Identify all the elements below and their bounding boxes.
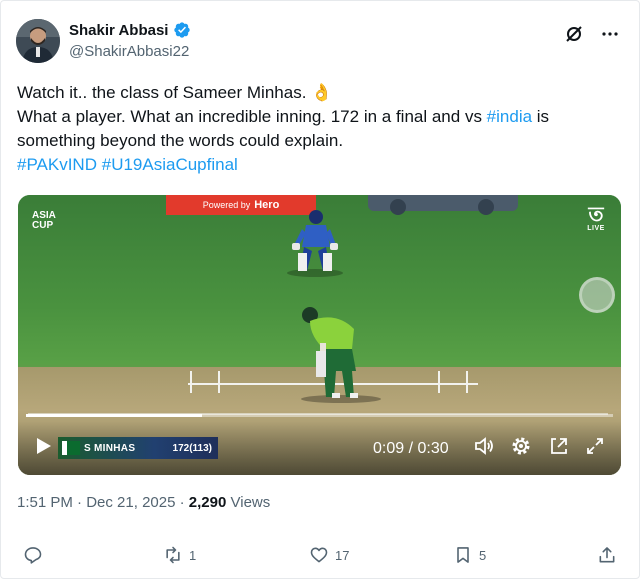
meta-separator: ·	[179, 494, 189, 511]
tweet-meta: 1:51 PM · Dec 21, 2025 · 2,290 Views	[17, 494, 270, 511]
share-icon	[599, 547, 615, 563]
tweet-line-2-start: What a player. What an incredible inning…	[17, 107, 487, 126]
hashtag-u19asiacupfinal-link[interactable]: #U19AsiaCupfinal	[102, 155, 238, 174]
repost-count: 1	[189, 547, 197, 563]
sponsor-prefix: Powered by	[202, 200, 251, 210]
channel-mark-icon: ত	[588, 204, 604, 226]
reply-button[interactable]	[23, 545, 43, 565]
author-name[interactable]: Shakir Abbasi	[69, 22, 168, 39]
repost-icon	[166, 546, 180, 564]
picture-in-picture-icon[interactable]	[548, 435, 570, 457]
live-label: LIVE	[587, 225, 605, 232]
ok-hand-emoji: 👌	[311, 83, 333, 102]
meta-separator: ·	[77, 494, 87, 511]
tweet-line-1-text: Watch it.. the class of Sameer Minhas.	[17, 83, 312, 102]
sponsor-brand: Hero	[254, 199, 280, 211]
bookmark-icon	[457, 547, 469, 563]
scorebug: S MINHAS 172(113)	[58, 437, 218, 459]
tweet-line-2: What a player. What an incredible inning…	[17, 105, 623, 153]
grok-icon[interactable]	[563, 23, 585, 45]
share-button[interactable]	[597, 545, 617, 565]
asia-cup-logo: ASIA CUP	[32, 211, 80, 239]
wicketkeeper-figure	[287, 210, 343, 277]
views-count: 2,290	[188, 494, 227, 511]
author-handle[interactable]: @ShakirAbbasi22	[69, 43, 189, 60]
video-player[interactable]: Powered by Hero ASIA CUP ত LIVE S MINHAS…	[18, 195, 621, 475]
video-progress-fill	[26, 414, 203, 417]
verified-badge-icon	[173, 21, 191, 39]
fullscreen-icon[interactable]	[584, 435, 606, 457]
float-button-icon[interactable]	[579, 277, 615, 313]
play-icon[interactable]	[32, 435, 54, 457]
asia-cup-logo-line2: CUP	[32, 220, 54, 231]
hashtag-india-link[interactable]: #india	[487, 107, 532, 126]
views-label: Views	[230, 494, 271, 511]
video-time-display: 0:09 / 0:30	[373, 440, 449, 457]
like-button[interactable]: 17	[309, 545, 349, 565]
settings-gear-icon[interactable]	[510, 435, 532, 457]
hashtag-pakvind-link[interactable]: #PAKvIND	[17, 155, 97, 174]
video-progress-bar[interactable]	[26, 414, 613, 417]
tweet-card: Shakir Abbasi @ShakirAbbasi22 Watch it..…	[0, 0, 640, 579]
avatar[interactable]	[16, 19, 60, 63]
author-name-row: Shakir Abbasi	[69, 21, 191, 39]
video-controls: S MINHAS 172(113) 0:09 / 0:30	[18, 421, 621, 475]
tweet-text: Watch it.. the class of Sameer Minhas. 👌…	[17, 81, 623, 177]
action-bar: 1 17 5	[1, 541, 640, 571]
volume-icon[interactable]	[473, 435, 495, 457]
repost-button[interactable]: 1	[163, 545, 196, 565]
more-options-icon[interactable]	[599, 23, 621, 45]
reply-icon	[24, 547, 42, 564]
tweet-line-1: Watch it.. the class of Sameer Minhas. 👌	[17, 81, 623, 105]
tweet-date[interactable]: Dec 21, 2025	[86, 494, 175, 511]
channel-logo: ত LIVE	[583, 205, 609, 232]
boundary-vehicle	[368, 195, 518, 215]
tweet-hashtags: #PAKvIND #U19AsiaCupfinal	[17, 153, 623, 177]
bookmark-count: 5	[479, 547, 487, 563]
header-actions	[563, 23, 621, 45]
like-count: 17	[335, 547, 350, 563]
pakistan-flag-icon	[62, 441, 80, 455]
heart-icon	[310, 547, 328, 563]
tweet-time[interactable]: 1:51 PM	[17, 494, 73, 511]
bookmark-button[interactable]: 5	[453, 545, 486, 565]
batter-figure	[301, 307, 381, 403]
scorebug-batter-name: S MINHAS	[84, 442, 136, 454]
scorebug-batter-score: 172(113)	[172, 442, 212, 454]
